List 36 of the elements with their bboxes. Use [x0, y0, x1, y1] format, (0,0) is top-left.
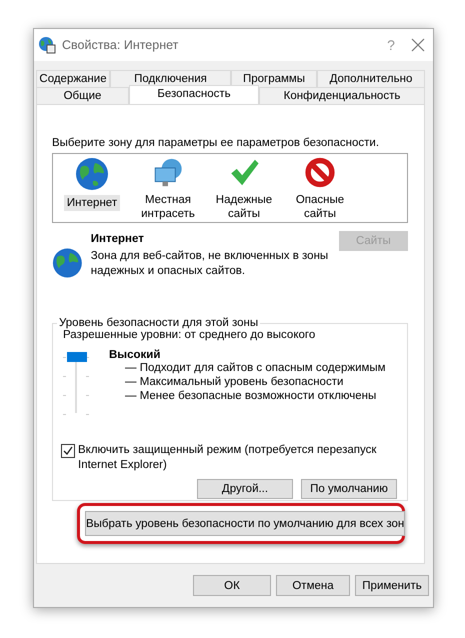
level-description: — Максимальный уровень безопасности [125, 375, 344, 389]
checkbox-label: Включить защищенный режим (потребуется перезапуск Internet Explorer) [78, 443, 378, 473]
level-description: — Подходит для сайтов с опасным содержимым [125, 361, 386, 375]
zone-item[interactable]: Интернет [64, 195, 120, 211]
group-legend: Уровень безопасности для этой зоны [57, 317, 260, 329]
globe-window-icon [38, 36, 56, 54]
apply-button[interactable]: Применить [355, 575, 429, 596]
window-title: Свойства: Интернет [62, 38, 180, 52]
level-name: Высокий [109, 349, 162, 361]
zone-prompt: Выберите зону для параметры ее параметров безопасности. [52, 137, 380, 149]
tab[interactable]: Конфиденциальность [259, 87, 425, 104]
zone-description: Зона для веб-сайтов, не включенных в зоны надежных и опасных сайтов. [90, 249, 330, 279]
tab[interactable]: Общие [36, 87, 129, 104]
cancel-button[interactable]: Отмена [276, 575, 350, 596]
ok-button[interactable]: ОК [193, 575, 271, 596]
tab[interactable]: Содержание [36, 70, 110, 87]
level-description: — Менее безопасные возможности отключены [125, 389, 378, 403]
tab[interactable]: Дополнительно [317, 70, 425, 87]
tab[interactable]: Безопасность [129, 85, 259, 104]
prohibited-icon [303, 157, 337, 188]
close-icon[interactable] [411, 38, 425, 52]
custom-level-button[interactable]: Другой... [197, 479, 293, 499]
globe-icon [52, 247, 83, 279]
security-slider[interactable] [61, 349, 91, 415]
zone-item[interactable]: Местная интрасеть [133, 192, 203, 222]
checkbox[interactable] [61, 444, 75, 458]
tab[interactable]: Программы [231, 70, 317, 87]
tab[interactable]: Подключения [110, 70, 231, 87]
globe-icon [75, 157, 109, 191]
allowed-levels-text: Разрешенные уровни: от среднего до высокого [63, 329, 316, 341]
reset-all-zones-button[interactable]: Выбрать уровень безопасности по умолчанию для всех зон [85, 511, 406, 536]
slider-thumb[interactable] [67, 352, 87, 362]
zone-item[interactable]: Надежные сайты [209, 192, 279, 222]
zone-title: Интернет [90, 233, 145, 245]
default-level-button[interactable]: По умолчанию [301, 479, 397, 499]
zone-item[interactable]: Опасные сайты [285, 192, 355, 222]
